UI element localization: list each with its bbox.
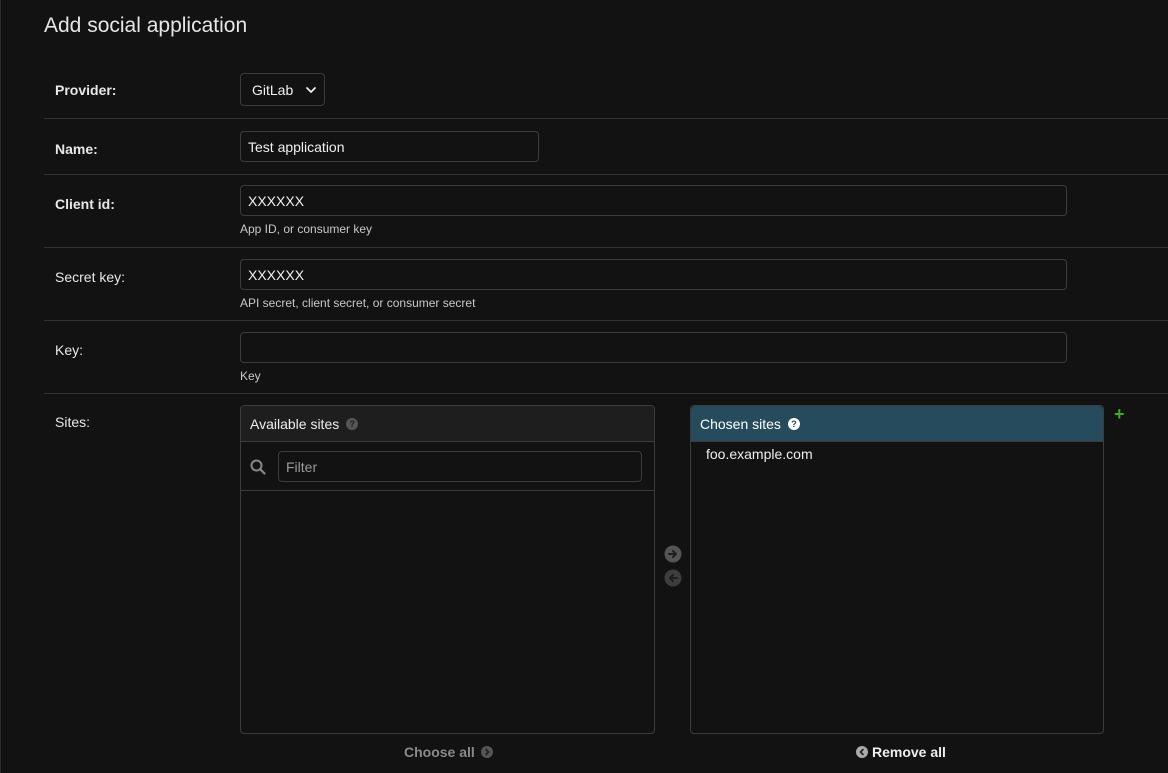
social-app-form: Provider: GitLab Name: Client id: xyxy=(44,62,1168,773)
secret-key-input[interactable] xyxy=(240,259,1067,290)
chosen-sites-list[interactable]: foo.example.com xyxy=(691,442,1103,462)
available-sites-box: Available sites ? xyxy=(240,405,655,734)
admin-page: Add social application Provider: GitLab … xyxy=(0,0,1168,773)
chosen-sites-title: Chosen sites xyxy=(700,415,781,432)
name-field xyxy=(240,131,539,162)
arrow-right-circle-icon xyxy=(480,746,493,758)
arrow-left-circle-icon[interactable] xyxy=(664,569,682,587)
help-icon[interactable]: ? xyxy=(346,417,359,430)
plus-icon[interactable]: + xyxy=(1114,405,1125,423)
remove-all-link[interactable]: Remove all xyxy=(856,744,946,760)
client-id-field: App ID, or consumer key xyxy=(240,185,1067,236)
chosen-site-item[interactable]: foo.example.com xyxy=(691,442,1103,462)
choose-all-link[interactable]: Choose all xyxy=(404,744,493,760)
client-id-label: Client id: xyxy=(55,196,115,212)
provider-select[interactable]: GitLab xyxy=(240,73,325,106)
key-help: Key xyxy=(240,369,261,383)
key-label: Key: xyxy=(55,342,84,358)
arrow-left-circle-icon xyxy=(856,746,868,758)
key-field: Key xyxy=(240,332,1067,383)
chosen-sites-box: Chosen sites ? foo.example.com xyxy=(690,405,1104,734)
available-sites-title: Available sites xyxy=(250,415,340,432)
chosen-sites-header: Chosen sites ? xyxy=(691,406,1103,442)
key-input[interactable] xyxy=(240,332,1067,363)
key-row: Key: Key xyxy=(44,321,1168,394)
filter-input[interactable] xyxy=(278,451,642,482)
client-id-input[interactable] xyxy=(240,185,1067,216)
secret-key-help: API secret, client secret, or consumer s… xyxy=(240,296,476,310)
arrow-right-circle-icon[interactable] xyxy=(664,545,682,563)
available-sites-list[interactable] xyxy=(241,491,654,731)
client-id-help: App ID, or consumer key xyxy=(240,222,373,236)
provider-row: Provider: GitLab xyxy=(44,62,1168,119)
secret-key-row: Secret key: API secret, client secret, o… xyxy=(44,248,1168,321)
available-sites-header: Available sites ? xyxy=(241,406,654,442)
choose-all-label: Choose all xyxy=(404,744,475,760)
chevron-down-icon xyxy=(306,86,316,93)
page-title: Add social application xyxy=(44,14,248,37)
name-row: Name: xyxy=(44,119,1168,175)
help-icon[interactable]: ? xyxy=(787,417,800,430)
name-input[interactable] xyxy=(240,131,539,162)
name-label: Name: xyxy=(55,141,98,157)
sites-label: Sites: xyxy=(55,414,91,430)
provider-label: Provider: xyxy=(55,82,117,98)
secret-key-label: Secret key: xyxy=(55,269,126,285)
filter-bar xyxy=(241,442,654,491)
client-id-row: Client id: App ID, or consumer key xyxy=(44,175,1168,248)
provider-selected-value: GitLab xyxy=(252,81,294,98)
remove-all-label: Remove all xyxy=(872,744,946,760)
provider-field: GitLab xyxy=(240,73,325,106)
secret-key-field: API secret, client secret, or consumer s… xyxy=(240,259,1067,310)
search-icon xyxy=(250,459,266,475)
sites-row: Sites: Available sites ? Filter Chosen s… xyxy=(44,394,1168,773)
